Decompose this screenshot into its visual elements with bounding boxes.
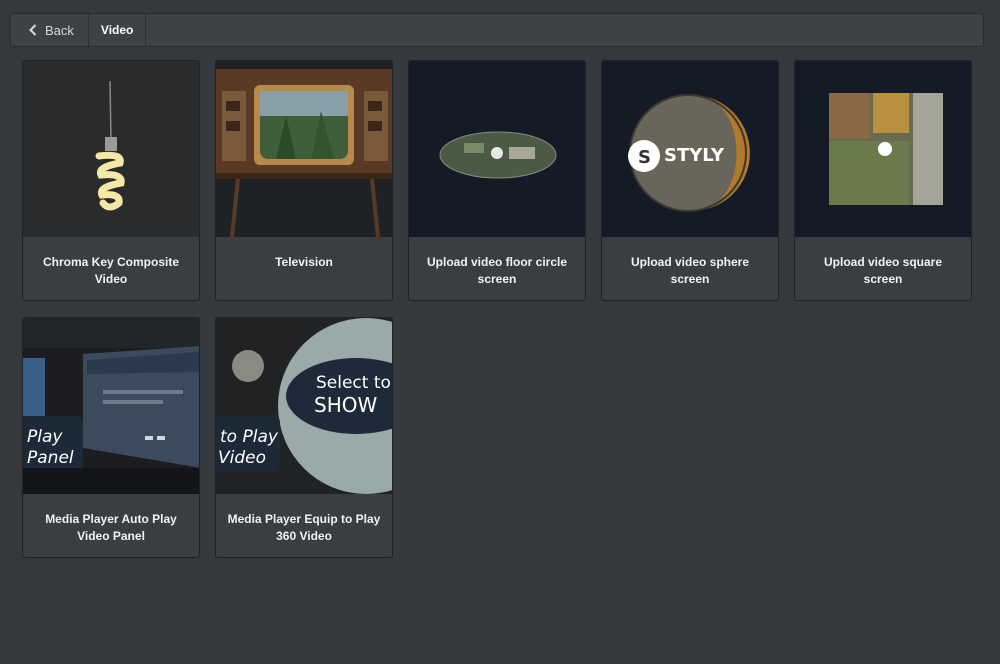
- thumbnail-floor-circle: [409, 61, 585, 237]
- card-title: Upload video floor circle screen: [426, 255, 568, 286]
- card-title: Upload video sphere screen: [630, 255, 750, 286]
- card-title: Media Player Equip to Play 360 Video: [227, 512, 381, 543]
- svg-text:S: S: [638, 147, 651, 168]
- asset-card-media-player-360[interactable]: Select to SHOW to Play Video Media Playe…: [215, 317, 393, 558]
- breadcrumb-current: Video: [89, 14, 147, 46]
- thumbnail-lightbulb: [23, 61, 199, 237]
- asset-card-media-player-auto[interactable]: Play Panel Media Player Auto Play Video …: [22, 317, 200, 558]
- thumbnail-360-sphere: Select to SHOW to Play Video: [216, 318, 392, 494]
- asset-card-television[interactable]: Television: [215, 60, 393, 301]
- asset-card-floor-circle[interactable]: Upload video floor circle screen: [408, 60, 586, 301]
- breadcrumb-bar: Back Video: [10, 13, 984, 47]
- overlay-text-3: Select to: [316, 373, 391, 393]
- thumbnail-sphere: S STYLY: [602, 61, 778, 237]
- overlay-text-2: Panel: [27, 448, 74, 468]
- card-title: Media Player Auto Play Video Panel: [45, 512, 177, 543]
- asset-card-sphere-screen[interactable]: S STYLY Upload video sphere screen: [601, 60, 779, 301]
- asset-card-square-screen[interactable]: Upload video square screen: [794, 60, 972, 301]
- chevron-left-icon: [29, 24, 37, 36]
- back-label: Back: [45, 22, 74, 38]
- thumbnail-square: [795, 61, 971, 237]
- overlay-text-2: Video: [218, 448, 266, 468]
- sphere-logo-text: STYLY: [664, 145, 725, 166]
- card-title: Chroma Key Composite Video: [42, 255, 180, 286]
- card-title: Upload video square screen: [823, 255, 943, 286]
- thumbnail-video-panel: Play Panel: [23, 318, 199, 494]
- overlay-text-1: Play: [27, 427, 63, 447]
- back-button[interactable]: Back: [11, 14, 89, 46]
- overlay-text-1: to Play: [220, 427, 279, 447]
- asset-card-chroma-key[interactable]: Chroma Key Composite Video: [22, 60, 200, 301]
- overlay-text-4: SHOW: [314, 393, 377, 417]
- card-title: Television: [275, 255, 333, 269]
- thumbnail-television: [216, 61, 392, 237]
